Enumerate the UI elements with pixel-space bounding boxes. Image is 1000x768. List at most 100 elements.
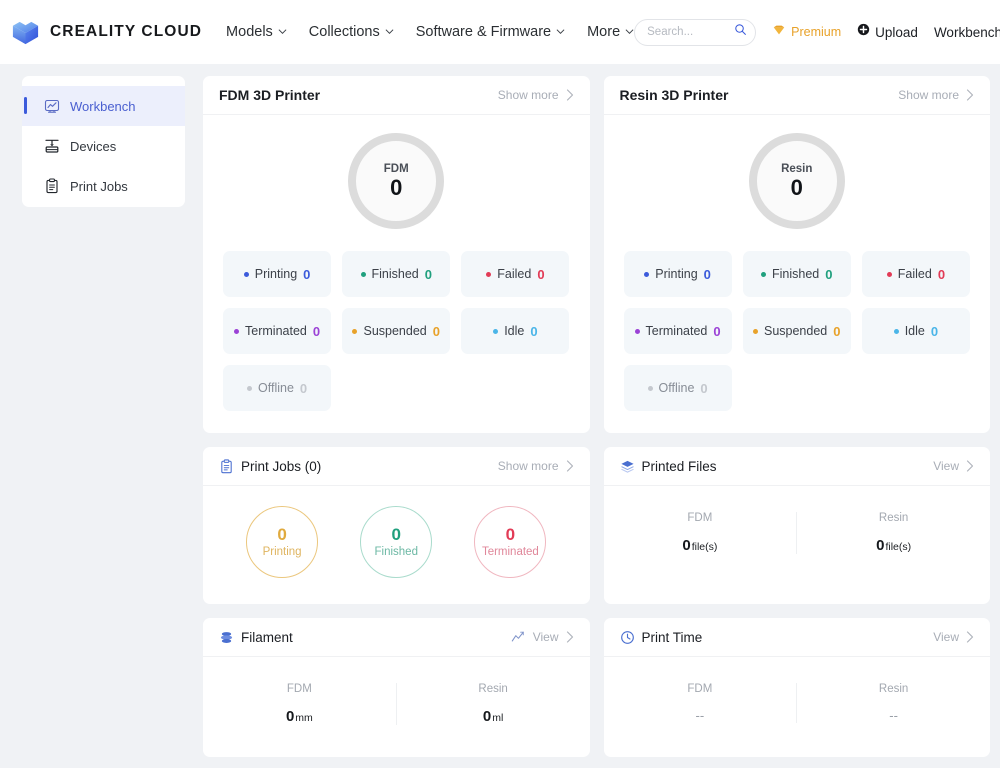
status-chip-suspended[interactable]: Suspended 0 bbox=[742, 308, 851, 354]
nav-item-software-firmware[interactable]: Software & Firmware bbox=[416, 24, 565, 40]
print-time-body: FDM -- Resin -- bbox=[604, 657, 991, 755]
resin-show-more-link[interactable]: Show more bbox=[898, 88, 974, 102]
job-ring-terminated: 0 Terminated bbox=[474, 506, 547, 578]
chip-value: 0 bbox=[312, 323, 321, 339]
printed-files-body: FDM 0file(s) Resin 0file(s) bbox=[604, 486, 991, 586]
nav-item-models[interactable]: Models bbox=[226, 24, 287, 40]
card-header: Print Time View bbox=[603, 618, 990, 657]
search-input[interactable] bbox=[647, 26, 735, 38]
sidebar-item-print-jobs[interactable]: Print Jobs bbox=[22, 166, 185, 206]
status-chip-terminated[interactable]: Terminated 0 bbox=[223, 308, 332, 354]
sidebar-item-label: Workbench bbox=[70, 98, 136, 114]
chevron-right-icon bbox=[566, 460, 574, 472]
status-chip-idle[interactable]: Idle 0 bbox=[861, 308, 970, 354]
status-chip-printing[interactable]: Printing 0 bbox=[223, 251, 332, 297]
chip-label: Printing bbox=[655, 267, 698, 281]
upload-button[interactable]: Upload bbox=[857, 23, 918, 41]
stat-value: -- bbox=[695, 708, 705, 723]
premium-button[interactable]: Premium bbox=[772, 23, 841, 42]
page-root: CREALITY CLOUD Models Collections Softwa… bbox=[0, 0, 1000, 768]
fdm-donut: FDM 0 bbox=[348, 133, 445, 229]
printer-device-icon bbox=[44, 138, 60, 154]
stat-name: FDM bbox=[286, 683, 312, 695]
nav-label: Software & Firmware bbox=[415, 24, 552, 40]
link-label: View bbox=[532, 630, 559, 644]
nav-item-more[interactable]: More bbox=[587, 24, 634, 40]
status-chip-failed[interactable]: Failed 0 bbox=[461, 251, 570, 297]
sidebar-item-workbench[interactable]: Workbench bbox=[22, 86, 185, 126]
status-dot bbox=[634, 328, 640, 334]
chip-value: 0 bbox=[703, 266, 711, 282]
chip-label: Offline bbox=[658, 381, 695, 395]
nav-item-collections[interactable]: Collections bbox=[309, 24, 394, 40]
card-print-jobs: Print Jobs (0) Show more 0 Printing 0 Fi… bbox=[203, 447, 590, 604]
chevron-right-icon bbox=[566, 631, 574, 643]
card-header: FDM 3D Printer Show more bbox=[203, 76, 590, 115]
chip-value: 0 bbox=[833, 323, 841, 339]
status-chip-printing[interactable]: Printing 0 bbox=[623, 251, 732, 297]
chevron-right-icon bbox=[566, 89, 574, 101]
sidebar-item-devices[interactable]: Devices bbox=[22, 126, 185, 166]
chip-value: 0 bbox=[713, 323, 721, 339]
status-chip-failed[interactable]: Failed 0 bbox=[861, 251, 970, 297]
status-dot bbox=[493, 328, 499, 334]
plus-circle-icon bbox=[857, 23, 870, 41]
clipboard-icon bbox=[44, 178, 60, 194]
status-dot bbox=[886, 271, 892, 277]
print-jobs-show-more-link[interactable]: Show more bbox=[498, 459, 574, 473]
search-box[interactable] bbox=[634, 18, 757, 46]
chevron-right-icon bbox=[966, 89, 974, 101]
status-chip-terminated[interactable]: Terminated 0 bbox=[623, 308, 732, 354]
card-title-print-time: Print Time bbox=[620, 630, 702, 645]
fdm-status-chips: Printing 0 Finished 0 Failed 0 Terminate… bbox=[223, 251, 570, 411]
status-chip-offline[interactable]: Offline 0 bbox=[223, 365, 332, 411]
stat-unit: mm bbox=[295, 712, 313, 724]
status-dot bbox=[352, 328, 358, 334]
fdm-donut-wrap: FDM 0 bbox=[223, 133, 570, 229]
card-title-print-jobs: Print Jobs (0) bbox=[219, 459, 321, 474]
status-chip-offline[interactable]: Offline 0 bbox=[623, 365, 732, 411]
link-label: Show more bbox=[497, 459, 559, 473]
main-nav: Models Collections Software & Firmware M… bbox=[226, 24, 634, 40]
header-workbench-link[interactable]: Workbench bbox=[934, 25, 1000, 40]
fdm-show-more-link[interactable]: Show more bbox=[498, 88, 574, 102]
filament-body: FDM 0mm Resin 0ml bbox=[203, 657, 590, 757]
workbench-chart-icon bbox=[44, 98, 60, 114]
card-header: Printed Files View bbox=[603, 447, 990, 486]
clock-icon bbox=[620, 630, 635, 645]
chip-value: 0 bbox=[700, 380, 708, 396]
stat-value: 0mm bbox=[286, 708, 313, 725]
print-time-view-link[interactable]: View bbox=[933, 630, 974, 644]
stat-unit: ml bbox=[492, 712, 504, 724]
stat-number: 0 bbox=[482, 708, 492, 725]
resin-status-chips: Printing 0 Finished 0 Failed 0 Terminate… bbox=[623, 251, 971, 411]
link-label: View bbox=[933, 630, 959, 644]
job-ring-printing: 0 Printing bbox=[246, 506, 319, 578]
link-label: Show more bbox=[497, 88, 559, 102]
printed-files-view-link[interactable]: View bbox=[933, 459, 974, 473]
brand-logo[interactable]: CREALITY CLOUD bbox=[10, 17, 202, 48]
nav-label: Collections bbox=[308, 24, 380, 40]
status-dot bbox=[644, 271, 650, 277]
status-chip-idle[interactable]: Idle 0 bbox=[461, 308, 570, 354]
chip-label: Idle bbox=[504, 324, 525, 338]
chip-value: 0 bbox=[432, 323, 440, 339]
donut-label: FDM bbox=[383, 163, 409, 175]
filament-view-link[interactable]: View bbox=[511, 630, 574, 645]
chip-label: Failed bbox=[497, 267, 532, 281]
chevron-down-icon bbox=[385, 27, 394, 36]
status-chip-finished[interactable]: Finished 0 bbox=[342, 251, 451, 297]
header-actions: Premium Upload Workbench bbox=[634, 17, 1000, 47]
search-icon[interactable] bbox=[734, 23, 747, 41]
ring-value: 0 bbox=[277, 524, 287, 544]
chevron-down-icon bbox=[556, 27, 565, 36]
chip-label: Finished bbox=[772, 267, 820, 281]
status-chip-suspended[interactable]: Suspended 0 bbox=[342, 308, 451, 354]
status-dot bbox=[360, 271, 366, 277]
chevron-down-icon bbox=[278, 27, 287, 36]
donut-value: 0 bbox=[790, 175, 803, 200]
chip-label: Offline bbox=[258, 381, 294, 395]
status-chip-finished[interactable]: Finished 0 bbox=[742, 251, 851, 297]
chip-value: 0 bbox=[424, 266, 432, 282]
chip-value: 0 bbox=[530, 323, 538, 339]
